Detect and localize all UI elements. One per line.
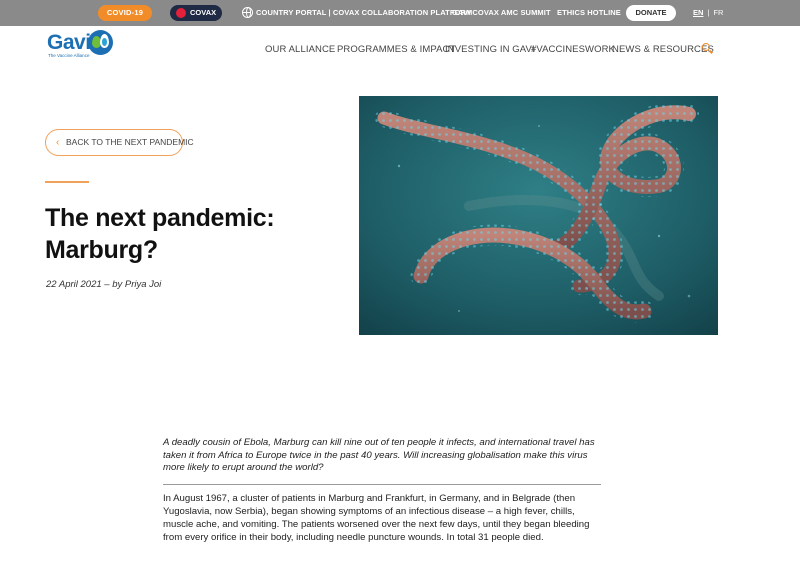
accent-divider: [45, 181, 89, 183]
lang-fr-link[interactable]: FR: [713, 8, 723, 17]
hero-image: [359, 96, 718, 335]
back-button[interactable]: ‹ BACK TO THE NEXT PANDEMIC: [45, 129, 194, 156]
article-title: The next pandemic: Marburg?: [45, 204, 275, 264]
utility-bar: COVID-19 COVAX COUNTRY PORTAL | COVAX CO…: [0, 0, 800, 26]
marburg-virus-illustration: [359, 96, 718, 335]
article-byline: 22 April 2021 – by Priya Joi: [46, 279, 162, 290]
search-icon[interactable]: [702, 43, 710, 51]
covid-19-button[interactable]: COVID-19: [98, 5, 152, 21]
article-body-paragraph: In August 1967, a cluster of patients in…: [163, 493, 590, 543]
covax-button[interactable]: COVAX: [170, 5, 222, 21]
language-switcher: EN | FR: [693, 8, 723, 17]
ethics-hotline-link[interactable]: ETHICS HOTLINE: [557, 8, 621, 17]
globe-icon: [242, 7, 253, 18]
nav-news-resources[interactable]: NEWS & RESOURCES: [612, 44, 714, 55]
covax-logo-icon: [176, 8, 186, 18]
logo-tagline: The Vaccine Alliance: [48, 53, 90, 58]
logo-globe-icon: [88, 30, 113, 55]
nav-vaccineswork[interactable]: #VACCINESWORK: [531, 44, 615, 55]
lede-divider: [163, 484, 601, 485]
lang-en-link[interactable]: EN: [693, 8, 703, 17]
covax-label: COVAX: [190, 8, 217, 17]
back-button-label: BACK TO THE NEXT PANDEMIC: [66, 137, 194, 147]
country-portal-link[interactable]: COUNTRY PORTAL | COVAX COLLABORATION PLA…: [256, 8, 472, 17]
donate-button[interactable]: DONATE: [626, 5, 676, 21]
lang-separator: |: [707, 8, 710, 17]
nav-our-alliance[interactable]: OUR ALLIANCE: [265, 44, 335, 55]
nav-programmes-impact[interactable]: PROGRAMMES & IMPACT: [337, 44, 455, 55]
chevron-left-icon: ‹: [56, 137, 60, 148]
logo-wordmark: Gavi: [47, 31, 91, 54]
nav-investing-in-gavi[interactable]: INVESTING IN GAVI: [445, 44, 535, 55]
article-lede: A deadly cousin of Ebola, Marburg can ki…: [163, 437, 595, 473]
amc-summit-link[interactable]: GAVI COVAX AMC SUMMIT: [452, 8, 551, 17]
